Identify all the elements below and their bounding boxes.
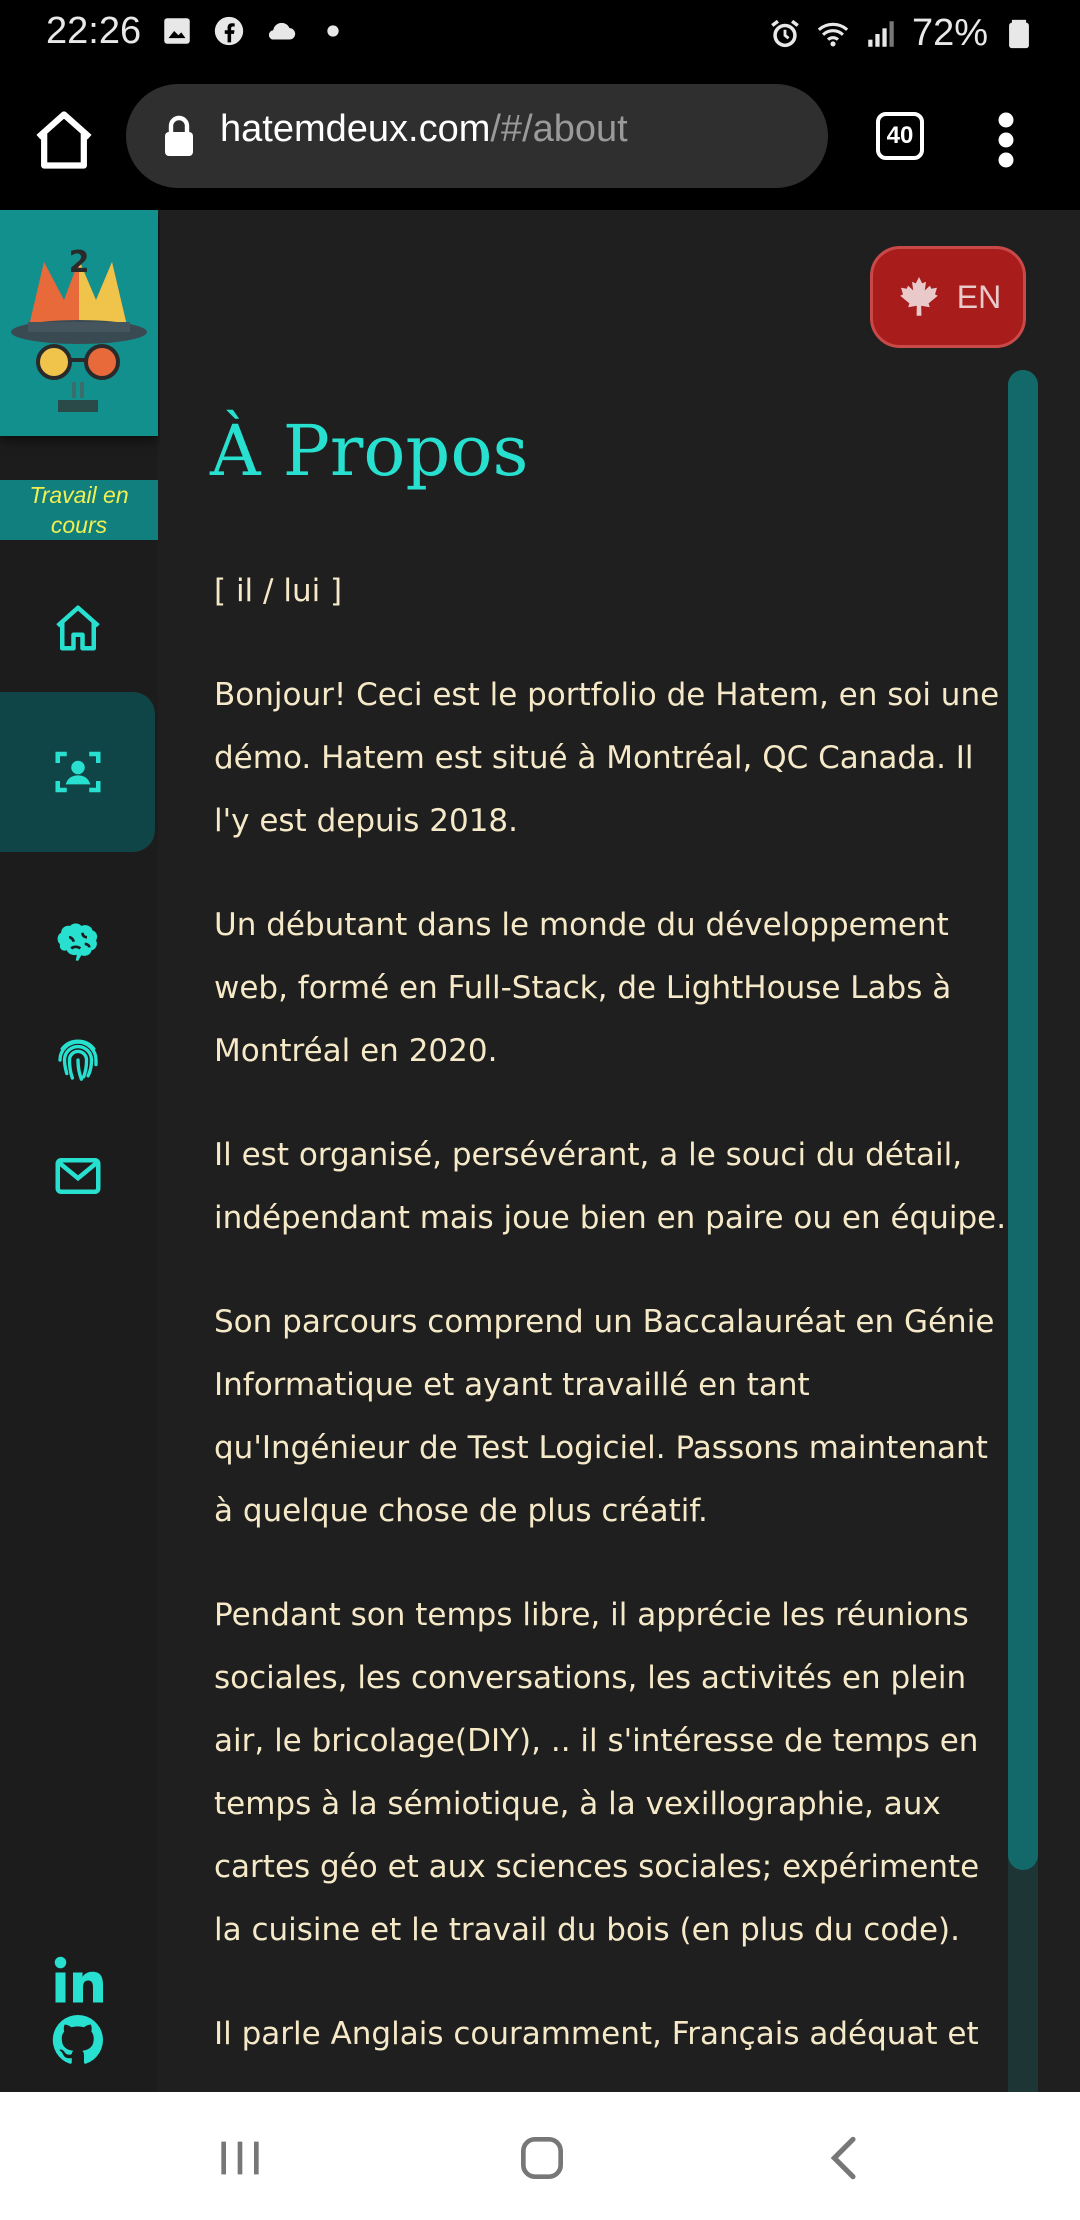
github-icon[interactable] [48, 2010, 108, 2070]
page-title: À Propos [210, 410, 529, 492]
about-text: [ il / lui ] Bonjour! Ceci est le portfo… [214, 560, 1014, 2092]
sidebar: 2 Travail en cours [0, 210, 158, 2092]
lock-icon [165, 115, 193, 156]
tab-switcher-button[interactable]: 40 [876, 112, 924, 160]
alarm-icon [771, 19, 799, 47]
url-path: /#/about [490, 108, 628, 150]
home-icon[interactable] [30, 106, 98, 174]
cloud-icon [268, 22, 296, 40]
image-icon [164, 18, 190, 44]
browser-toolbar: hatemdeux.com/#/about 40 [0, 66, 1080, 210]
battery-icon [1009, 19, 1029, 48]
pronouns: [ il / lui ] [214, 573, 343, 609]
svg-text:2: 2 [69, 245, 90, 280]
user-frame-icon [55, 751, 100, 793]
wifi-icon [817, 22, 849, 46]
url-field[interactable]: hatemdeux.com/#/about [126, 84, 828, 188]
paragraph-background: Son parcours comprend un Baccalauréat en… [214, 1304, 995, 1529]
dot-icon [327, 25, 339, 37]
nav-about[interactable] [0, 692, 155, 852]
more-options-icon[interactable] [990, 110, 1022, 170]
signal-icon [868, 20, 894, 47]
facebook-icon [214, 16, 244, 46]
mail-icon [55, 1158, 100, 1194]
back-icon[interactable] [818, 2130, 874, 2186]
home-icon [55, 605, 100, 651]
main-content: EN À Propos [ il / lui ] Bonjour! Ceci e… [160, 210, 1080, 2092]
linkedin-icon[interactable] [48, 1950, 108, 2010]
system-nav-bar [0, 2092, 1080, 2220]
paragraph-training: Un débutant dans le monde du développeme… [214, 907, 952, 1069]
brain-icon [57, 923, 97, 961]
work-in-progress-badge: Travail en cours [0, 480, 158, 540]
status-time: 22:26 [46, 10, 142, 52]
site-logo[interactable]: 2 [0, 210, 158, 436]
system-icons: 72% [768, 12, 1036, 55]
url-text: hatemdeux.com/#/about [220, 108, 628, 151]
url-domain: hatemdeux.com [220, 108, 491, 150]
notification-icons [160, 14, 350, 48]
recent-apps-icon[interactable] [212, 2130, 268, 2186]
status-bar: 22:26 72% [0, 0, 1080, 66]
nav-contact[interactable] [0, 1096, 155, 1256]
battery-percent: 72% [911, 12, 988, 54]
paragraph-intro: Bonjour! Ceci est le portfolio de Hatem,… [214, 677, 1000, 839]
paragraph-hobbies: Pendant son temps libre, il apprécie les… [214, 1597, 980, 1948]
home-nav-icon[interactable] [514, 2130, 570, 2186]
paragraph-languages: Il parle Anglais couramment, Français ad… [214, 2016, 979, 2052]
language-label: EN [956, 278, 1002, 315]
hatman-logo-icon: 2 [11, 245, 147, 412]
fingerprint-icon [57, 1039, 98, 1081]
nav-home[interactable] [0, 548, 155, 708]
maple-leaf-icon [899, 277, 938, 316]
paragraph-qualities: Il est organisé, persévérant, a le souci… [214, 1137, 1007, 1236]
language-toggle-button[interactable]: EN [870, 246, 1026, 348]
